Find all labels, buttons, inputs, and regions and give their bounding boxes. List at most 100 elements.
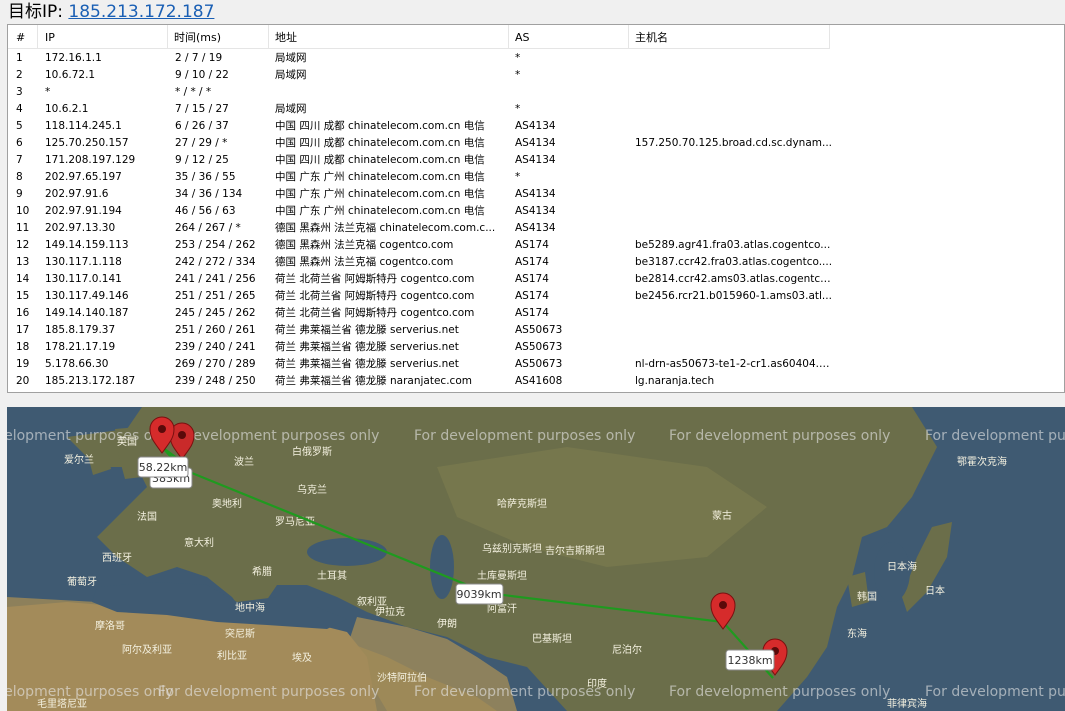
cell-ip: 10.6.72.1 bbox=[45, 69, 96, 81]
map-label: 英国 bbox=[117, 435, 137, 448]
cell-as: AS4134 bbox=[515, 154, 556, 166]
map-label: 沙特阿拉伯 bbox=[377, 671, 427, 684]
column-header-as[interactable]: AS bbox=[509, 25, 629, 48]
cell-time: 251 / 251 / 265 bbox=[175, 290, 256, 302]
cell-address: 中国 广东 广州 chinatelecom.com.cn 电信 bbox=[275, 171, 485, 183]
table-row[interactable]: 1 172.16.1.1 2 / 7 / 19 局域网 * bbox=[8, 50, 1064, 67]
route-map[interactable]: For development purposes only For develop… bbox=[7, 407, 1065, 711]
cell-as: AS174 bbox=[515, 239, 549, 251]
cell-time: 6 / 26 / 37 bbox=[175, 120, 229, 132]
cell-address: 荷兰 弗莱福兰省 德龙滕 serverius.net bbox=[275, 358, 459, 370]
map-label: 土耳其 bbox=[317, 569, 347, 582]
cell-hop: 8 bbox=[16, 171, 23, 183]
cell-time: 251 / 260 / 261 bbox=[175, 324, 256, 336]
cell-hostname bbox=[635, 152, 835, 169]
cell-hostname bbox=[635, 50, 835, 67]
distance-bubble-58km[interactable]: 58.22km bbox=[137, 456, 189, 478]
table-row[interactable]: 5 118.114.245.1 6 / 26 / 37 中国 四川 成都 chinat… bbox=[8, 118, 1064, 135]
table-row[interactable]: 14 130.117.0.141 241 / 241 / 256 荷兰 北荷兰省 阿姆… bbox=[8, 271, 1064, 288]
column-header-time[interactable]: 时间(ms) bbox=[168, 25, 269, 48]
cell-as bbox=[515, 84, 629, 101]
cell-hostname: lg.naranja.tech bbox=[635, 375, 715, 387]
cell-as: AS50673 bbox=[515, 324, 563, 336]
cell-time: 7 / 15 / 27 bbox=[175, 103, 229, 115]
cell-address bbox=[275, 84, 509, 101]
map-label: 东海 bbox=[847, 627, 867, 640]
distance-label: 9039km bbox=[456, 588, 501, 601]
cell-as: AS174 bbox=[515, 307, 549, 319]
cell-address: 德国 黑森州 法兰克福 chinatelecom.com.c... bbox=[275, 222, 496, 234]
cell-hop: 19 bbox=[16, 358, 30, 370]
distance-bubble-1238km[interactable]: 1238km bbox=[725, 649, 775, 671]
cell-ip: 202.97.91.6 bbox=[45, 188, 109, 200]
table-row[interactable]: 13 130.117.1.118 242 / 272 / 334 德国 黑森州 法兰克… bbox=[8, 254, 1064, 271]
cell-hostname: 157.250.70.125.broad.cd.sc.dynam... bbox=[635, 137, 833, 149]
cell-hostname: be3187.ccr42.fra03.atlas.cogentco.... bbox=[635, 256, 833, 268]
cell-hostname bbox=[635, 305, 835, 322]
table-row[interactable]: 10 202.97.91.194 46 / 56 / 63 中国 广东 广州 chin… bbox=[8, 203, 1064, 220]
cell-address: 局域网 bbox=[275, 103, 307, 115]
cell-as: AS174 bbox=[515, 290, 549, 302]
table-row[interactable]: 19 5.178.66.30 269 / 270 / 289 荷兰 弗莱福兰省 德龙滕… bbox=[8, 356, 1064, 373]
column-header-ip[interactable]: IP bbox=[38, 25, 168, 48]
map-label: 利比亚 bbox=[217, 650, 247, 662]
cell-hostname: be5289.agr41.fra03.atlas.cogentco... bbox=[635, 239, 831, 251]
column-header-hop[interactable]: # bbox=[8, 25, 38, 48]
column-header-hostname[interactable]: 主机名 bbox=[629, 25, 830, 48]
table-row[interactable]: 12 149.14.159.113 253 / 254 / 262 德国 黑森州 法兰… bbox=[8, 237, 1064, 254]
cell-time: 2 / 7 / 19 bbox=[175, 52, 223, 64]
cell-as: AS4134 bbox=[515, 120, 556, 132]
map-label: 希腊 bbox=[252, 565, 272, 578]
cell-hop: 16 bbox=[16, 307, 30, 319]
map-label: 印度 bbox=[587, 677, 607, 690]
cell-address: 荷兰 弗莱福兰省 德龙滕 serverius.net bbox=[275, 324, 459, 336]
target-ip-header: 目标IP: 185.213.172.187 bbox=[8, 1, 214, 23]
table-row[interactable]: 7 171.208.197.129 9 / 12 / 25 中国 四川 成都 chin… bbox=[8, 152, 1064, 169]
cell-ip: * bbox=[45, 86, 51, 98]
target-ip-link[interactable]: 185.213.172.187 bbox=[68, 2, 214, 22]
watermark-text: For development purposes only bbox=[7, 428, 173, 444]
table-row[interactable]: 11 202.97.13.30 264 / 267 / * 德国 黑森州 法兰克福 c… bbox=[8, 220, 1064, 237]
table-row[interactable]: 2 10.6.72.1 9 / 10 / 22 局域网 * bbox=[8, 67, 1064, 84]
map-label: 突尼斯 bbox=[225, 627, 255, 640]
cell-ip: 130.117.0.141 bbox=[45, 273, 122, 285]
column-header-address[interactable]: 地址 bbox=[269, 25, 509, 48]
watermark-text: For development purposes only bbox=[669, 428, 890, 444]
map-label: 地中海 bbox=[235, 601, 265, 614]
cell-address: 德国 黑森州 法兰克福 cogentco.com bbox=[275, 256, 454, 268]
watermark-text: For development purposes only bbox=[669, 684, 890, 700]
table-row[interactable]: 20 185.213.172.187 239 / 248 / 250 荷兰 弗莱福兰省… bbox=[8, 373, 1064, 390]
cell-hostname bbox=[635, 322, 835, 339]
distance-bubble-9039km[interactable]: 9039km bbox=[455, 583, 504, 605]
map-label: 哈萨克斯坦 bbox=[497, 497, 547, 510]
map-label: 蒙古 bbox=[712, 509, 732, 522]
cell-as: AS4134 bbox=[515, 222, 556, 234]
cell-hop: 20 bbox=[16, 375, 30, 387]
table-row[interactable]: 15 130.117.49.146 251 / 251 / 265 荷兰 北荷兰省 阿… bbox=[8, 288, 1064, 305]
map-label: 奥地利 bbox=[212, 497, 242, 510]
cell-time: 9 / 10 / 22 bbox=[175, 69, 229, 81]
cell-hostname bbox=[635, 67, 835, 84]
table-row[interactable]: 18 178.21.17.19 239 / 240 / 241 荷兰 弗莱福兰省 德龙… bbox=[8, 339, 1064, 356]
cell-ip: 149.14.140.187 bbox=[45, 307, 129, 319]
map-label: 叙利亚 bbox=[357, 595, 387, 608]
table-row[interactable]: 9 202.97.91.6 34 / 36 / 134 中国 广东 广州 chinat… bbox=[8, 186, 1064, 203]
cell-ip: 185.213.172.187 bbox=[45, 375, 136, 387]
distance-label: 1238km bbox=[727, 654, 772, 667]
map-label: 韩国 bbox=[857, 590, 877, 603]
cell-address: 中国 广东 广州 chinatelecom.com.cn 电信 bbox=[275, 188, 485, 200]
table-row[interactable]: 16 149.14.140.187 245 / 245 / 262 荷兰 北荷兰省 阿… bbox=[8, 305, 1064, 322]
table-row[interactable]: 3 * * / * / * bbox=[8, 84, 1064, 101]
cell-as: AS41608 bbox=[515, 375, 563, 387]
cell-hostname: nl-drn-as50673-te1-2-cr1.as60404.net bbox=[635, 358, 835, 370]
table-row[interactable]: 4 10.6.2.1 7 / 15 / 27 局域网 * bbox=[8, 101, 1064, 118]
cell-ip: 10.6.2.1 bbox=[45, 103, 89, 115]
cell-time: * / * / * bbox=[175, 86, 212, 98]
map-label: 法国 bbox=[137, 510, 157, 523]
map-label: 巴基斯坦 bbox=[532, 632, 572, 645]
cell-hop: 5 bbox=[16, 120, 23, 132]
table-row[interactable]: 8 202.97.65.197 35 / 36 / 55 中国 广东 广州 china… bbox=[8, 169, 1064, 186]
table-row[interactable]: 17 185.8.179.37 251 / 260 / 261 荷兰 弗莱福兰省 德龙… bbox=[8, 322, 1064, 339]
table-row[interactable]: 6 125.70.250.157 27 / 29 / * 中国 四川 成都 china… bbox=[8, 135, 1064, 152]
distance-label: 58.22km bbox=[139, 461, 188, 474]
